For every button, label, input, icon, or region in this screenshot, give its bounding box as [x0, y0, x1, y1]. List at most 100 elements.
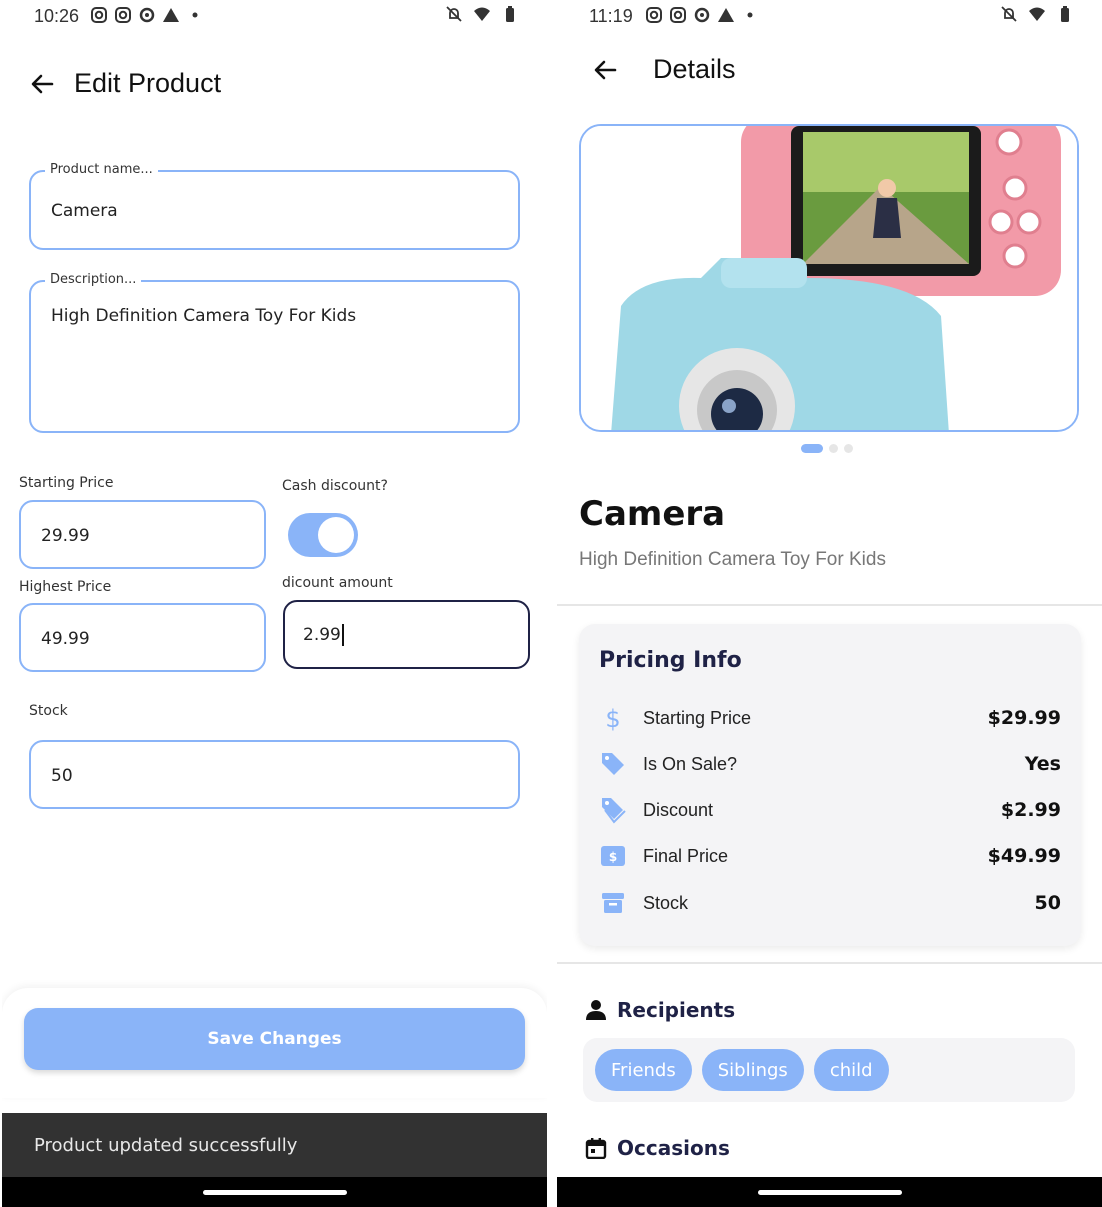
- discount-amount-input: 2.99: [303, 624, 344, 646]
- kids-camera-image: [581, 126, 1077, 430]
- description-label: Description...: [45, 272, 142, 287]
- cash-discount-toggle[interactable]: [288, 513, 358, 557]
- person-icon: [586, 1000, 606, 1020]
- svg-text:$: $: [605, 705, 620, 731]
- pricing-row-starting-price: $ Starting Price $29.99: [599, 703, 1061, 733]
- highest-price-field[interactable]: 49.99: [19, 603, 266, 672]
- product-name-field[interactable]: Product name... Camera: [29, 162, 520, 250]
- warning-icon: [163, 8, 179, 22]
- description-value: High Definition Camera Toy For Kids: [51, 306, 357, 326]
- cash-discount-label: Cash discount?: [282, 478, 388, 494]
- carousel-dot[interactable]: [844, 444, 853, 453]
- text-cursor: [341, 624, 344, 646]
- discount-amount-label: dicount amount: [282, 575, 393, 591]
- product-name-value: Camera: [51, 201, 118, 221]
- stock-label: Stock: [29, 703, 68, 719]
- pricing-label: Starting Price: [643, 707, 752, 728]
- section-divider: [557, 962, 1102, 964]
- recipients-chip-group: Friends Siblings child: [583, 1038, 1075, 1102]
- bell-off-icon: [1001, 6, 1017, 22]
- recipients-header: Recipients: [585, 998, 735, 1022]
- stock-field[interactable]: 50: [29, 740, 520, 809]
- occasions-header: Occasions: [585, 1136, 730, 1160]
- product-name-label: Product name...: [45, 162, 158, 177]
- carousel-dot-active[interactable]: [801, 444, 823, 453]
- battery-icon: [506, 6, 514, 22]
- status-bar: 10:26: [2, 0, 547, 32]
- description-field[interactable]: Description... High Definition Camera To…: [29, 272, 520, 433]
- back-arrow-icon[interactable]: [26, 68, 58, 100]
- edit-product-screen: 10:26 Edit Product Product name... Camer…: [2, 0, 547, 1207]
- snackbar-message: Product updated successfully: [34, 1134, 298, 1156]
- recipients-title: Recipients: [617, 998, 736, 1022]
- toggle-knob: [318, 517, 354, 553]
- pricing-info-card: Pricing Info $ Starting Price $29.99 Is …: [579, 624, 1081, 946]
- instagram-icon: [646, 7, 662, 23]
- calendar-icon: [585, 1138, 607, 1159]
- recipient-chip[interactable]: child: [813, 1049, 889, 1091]
- product-description: High Definition Camera Toy For Kids: [579, 549, 886, 570]
- battery-icon: [1061, 6, 1069, 22]
- status-time: 11:19: [589, 6, 633, 26]
- recipient-chip[interactable]: Friends: [595, 1049, 692, 1091]
- notification-icons: [645, 6, 759, 24]
- pricing-info-title: Pricing Info: [599, 648, 742, 673]
- bell-off-icon: [446, 6, 462, 22]
- archive-box-icon: [599, 889, 627, 917]
- svg-text:$: $: [609, 850, 617, 864]
- details-screen: 11:19 Details Camera High Definition Cam…: [557, 0, 1102, 1207]
- pricing-row-final-price: $ Final Price $49.99: [599, 841, 1061, 871]
- highest-price-label: Highest Price: [19, 579, 112, 595]
- pricing-value: $29.99: [987, 707, 1061, 729]
- tags-icon: [599, 796, 627, 824]
- instagram-icon: [91, 7, 107, 23]
- back-arrow-icon[interactable]: [589, 54, 621, 86]
- notification-icons: [90, 6, 204, 24]
- tag-icon: [599, 750, 627, 778]
- discount-amount-field[interactable]: 2.99: [283, 600, 530, 669]
- system-nav-bar: [557, 1177, 1102, 1207]
- wifi-icon: [474, 7, 490, 21]
- page-title: Edit Product: [74, 68, 222, 98]
- dollar-icon: $: [599, 704, 627, 732]
- pricing-label: Discount: [643, 799, 714, 820]
- system-icons: [1000, 5, 1074, 23]
- snackbar: Product updated successfully: [2, 1113, 547, 1177]
- system-nav-bar: [2, 1177, 547, 1207]
- gear-icon: [694, 7, 710, 23]
- dot-icon: [192, 12, 198, 18]
- home-handle[interactable]: [202, 1190, 347, 1195]
- highest-price-value: 49.99: [41, 629, 90, 649]
- discount-amount-value: 2.99: [303, 625, 341, 645]
- section-divider: [557, 604, 1102, 606]
- starting-price-label: Starting Price: [19, 475, 114, 491]
- wifi-icon: [1029, 7, 1045, 21]
- status-time: 10:26: [34, 6, 80, 26]
- occasions-title: Occasions: [617, 1136, 730, 1160]
- home-handle[interactable]: [757, 1190, 902, 1195]
- pricing-value: $2.99: [1000, 799, 1061, 821]
- pricing-row-discount: Discount $2.99: [599, 795, 1061, 825]
- money-bill-icon: $: [599, 842, 627, 870]
- carousel-indicator: [801, 444, 853, 453]
- starting-price-field[interactable]: 29.99: [19, 500, 266, 569]
- starting-price-value: 29.99: [41, 526, 90, 546]
- page-title: Details: [653, 54, 736, 84]
- system-icons: [445, 5, 519, 23]
- recipient-chip[interactable]: Siblings: [701, 1049, 804, 1091]
- dot-icon: [747, 12, 753, 18]
- instagram-icon: [670, 7, 686, 23]
- save-changes-button[interactable]: Save Changes: [24, 1008, 525, 1070]
- pricing-value: $49.99: [987, 845, 1061, 867]
- stock-value: 50: [51, 766, 73, 786]
- carousel-dot[interactable]: [829, 444, 838, 453]
- save-bar: Save Changes: [2, 988, 547, 1098]
- instagram-icon: [115, 7, 131, 23]
- pricing-label: Stock: [643, 892, 689, 913]
- pricing-label: Is On Sale?: [643, 753, 738, 774]
- warning-icon: [718, 8, 734, 22]
- product-image-carousel[interactable]: [579, 124, 1079, 432]
- pricing-row-stock: Stock 50: [599, 888, 1061, 918]
- gear-icon: [139, 7, 155, 23]
- product-name: Camera: [579, 494, 726, 534]
